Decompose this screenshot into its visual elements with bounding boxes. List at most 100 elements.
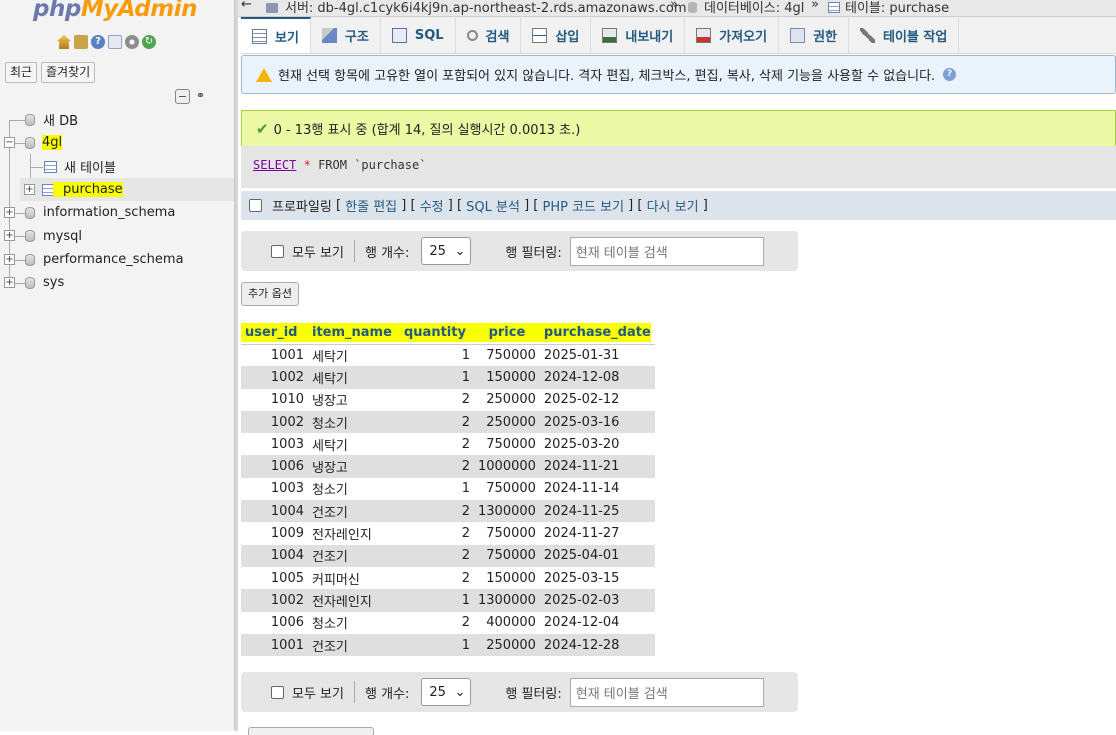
table-navigation-top: 모두 보기 행 개수: 25 ⌄ 행 필터링: 현재 테이블 검색: [241, 231, 798, 271]
show-all-checkbox[interactable]: [271, 244, 284, 258]
cell-quantity: 1: [400, 633, 474, 657]
show-all-checkbox[interactable]: [271, 685, 284, 699]
cell-user-id: 1004: [241, 544, 308, 567]
quick-icons: ? ↻: [57, 35, 156, 49]
row-filter-input[interactable]: 현재 테이블 검색: [569, 236, 764, 266]
table-row[interactable]: 1003 청소기 1 750000 2024-11-14: [241, 477, 655, 501]
table-row[interactable]: 1006 냉장고 2 1000000 2024-11-21: [241, 455, 655, 478]
expand-icon[interactable]: +: [4, 207, 15, 219]
help-icon[interactable]: ?: [943, 68, 957, 81]
recent-tables-button[interactable]: 최근: [5, 62, 38, 83]
cell-user-id: 1002: [241, 589, 308, 612]
tab-operations[interactable]: 테이블 작업: [849, 17, 960, 53]
expand-icon[interactable]: +: [4, 253, 15, 265]
cell-user-id: 1006: [241, 455, 308, 478]
link-icon[interactable]: ⚭: [193, 89, 208, 104]
cell-purchase-date: 2024-11-21: [539, 455, 655, 478]
column-header-item-name[interactable]: item_name: [308, 322, 400, 345]
tree-item-performance-schema[interactable]: + performance_schema: [0, 248, 234, 271]
cell-purchase-date: 2025-01-31: [539, 344, 655, 367]
cell-item-name: 냉장고: [308, 388, 400, 411]
tab-browse[interactable]: 보기: [241, 17, 311, 53]
rows-per-page-select[interactable]: 25 ⌄: [421, 237, 472, 265]
table-row[interactable]: 1004 건조기 2 750000 2025-04-01: [241, 544, 655, 567]
table-row[interactable]: 1005 커피머신 2 150000 2025-03-15: [241, 566, 655, 590]
column-header-user-id[interactable]: user_id: [241, 322, 308, 345]
tree-item-new-table[interactable]: 새 테이블: [0, 155, 234, 178]
collapse-all-icon[interactable]: −: [175, 89, 190, 104]
edit-link[interactable]: 수정: [420, 196, 444, 215]
phpmyadmin-logo[interactable]: phpMyAdmin: [33, 0, 197, 22]
cell-price: 250000: [474, 410, 540, 434]
table-row[interactable]: 1002 전자레인지 1 1300000 2025-02-03: [241, 589, 655, 612]
table-row[interactable]: 1002 청소기 2 250000 2025-03-16: [241, 410, 655, 434]
sql-query-box[interactable]: SELECT * FROM `purchase`: [241, 146, 1116, 188]
extra-options-button[interactable]: 추가 옵션: [241, 282, 299, 306]
tab-sql[interactable]: SQL: [381, 17, 456, 53]
cell-quantity: 1: [400, 366, 474, 389]
column-header-purchase-date[interactable]: purchase_date: [539, 322, 655, 345]
cell-user-id: 1003: [241, 477, 308, 501]
tab-import[interactable]: 가져오기: [685, 17, 780, 53]
cell-purchase-date: 2024-11-25: [539, 500, 655, 523]
cell-item-name: 세탁기: [308, 433, 400, 456]
tree-item-new-db[interactable]: 새 DB: [0, 108, 234, 131]
tab-insert[interactable]: 삽입: [521, 17, 592, 53]
inline-edit-link[interactable]: 한줄 편집: [345, 196, 397, 215]
back-arrow-icon[interactable]: ←: [241, 0, 252, 12]
cell-user-id: 1003: [241, 433, 308, 456]
table-row[interactable]: 1002 세탁기 1 150000 2024-12-08: [241, 366, 655, 389]
settings-gear-icon[interactable]: [125, 35, 139, 49]
tab-structure[interactable]: 구조: [311, 17, 381, 53]
table-row[interactable]: 1009 전자레인지 2 750000 2024-11-27: [241, 522, 655, 545]
tree-item-db-4gl[interactable]: − 4gl: [0, 131, 234, 154]
rows-per-page-select[interactable]: 25 ⌄: [421, 678, 472, 706]
cell-purchase-date: 2025-03-20: [539, 433, 655, 456]
cell-item-name: 세탁기: [308, 344, 400, 367]
table-row[interactable]: 1001 세탁기 1 750000 2025-01-31: [241, 344, 655, 367]
collapse-icon[interactable]: −: [4, 137, 15, 149]
tree-item-mysql[interactable]: + mysql: [0, 224, 234, 247]
breadcrumb-database[interactable]: 데이터베이스: 4gl: [704, 0, 804, 16]
tree-item-sys[interactable]: + sys: [0, 271, 234, 294]
panel-splitter[interactable]: [234, 0, 238, 731]
expand-icon[interactable]: +: [4, 277, 15, 289]
query-results-operations: [248, 727, 374, 735]
reload-icon[interactable]: ↻: [142, 35, 156, 49]
expand-icon[interactable]: +: [4, 230, 15, 242]
wrench-icon: [860, 27, 875, 43]
breadcrumb-server[interactable]: 서버: db-4gl.c1cyk6i4kj9n.ap-northeast-2.r…: [285, 0, 687, 16]
column-header-quantity[interactable]: quantity: [400, 322, 474, 345]
cell-item-name: 커피머신: [308, 566, 400, 590]
row-filter-input[interactable]: 현재 테이블 검색: [569, 677, 764, 707]
table-row[interactable]: 1010 냉장고 2 250000 2025-02-12: [241, 388, 655, 411]
tree-controls: − ⚭: [175, 89, 208, 104]
table-row[interactable]: 1003 세탁기 2 750000 2025-03-20: [241, 433, 655, 456]
help-icon[interactable]: ?: [91, 35, 105, 49]
tree-item-purchase[interactable]: + purchase: [20, 177, 234, 202]
sql-analyze-link[interactable]: SQL 분석: [466, 196, 520, 215]
logout-icon[interactable]: [74, 35, 88, 49]
new-table-icon: [44, 160, 57, 173]
documentation-icon[interactable]: [108, 35, 122, 49]
expand-icon[interactable]: +: [24, 183, 35, 195]
php-code-link[interactable]: PHP 코드 보기: [542, 196, 624, 215]
tab-privileges[interactable]: 권한: [779, 17, 849, 53]
cell-price: 750000: [474, 522, 540, 545]
cell-quantity: 1: [400, 477, 474, 501]
favorite-tables-button[interactable]: 즐겨찾기: [41, 62, 96, 83]
breadcrumb-table[interactable]: 테이블: purchase: [845, 0, 949, 16]
table-row[interactable]: 1001 건조기 1 250000 2024-12-28: [241, 633, 655, 657]
home-icon[interactable]: [57, 35, 71, 49]
table-row[interactable]: 1006 청소기 2 400000 2024-12-04: [241, 611, 655, 634]
cell-purchase-date: 2024-11-14: [539, 477, 655, 501]
column-header-price[interactable]: price: [474, 322, 540, 345]
profiling-checkbox[interactable]: [249, 199, 262, 212]
table-row[interactable]: 1004 건조기 2 1300000 2024-11-25: [241, 500, 655, 523]
tab-search[interactable]: 검색: [456, 17, 522, 53]
result-table: user_id item_name quantity price purchas…: [241, 322, 655, 657]
cell-item-name: 청소기: [308, 410, 400, 434]
refresh-link[interactable]: 다시 보기: [647, 196, 699, 215]
tab-export[interactable]: 내보내기: [591, 17, 686, 53]
tree-item-information-schema[interactable]: + information_schema: [0, 201, 234, 224]
